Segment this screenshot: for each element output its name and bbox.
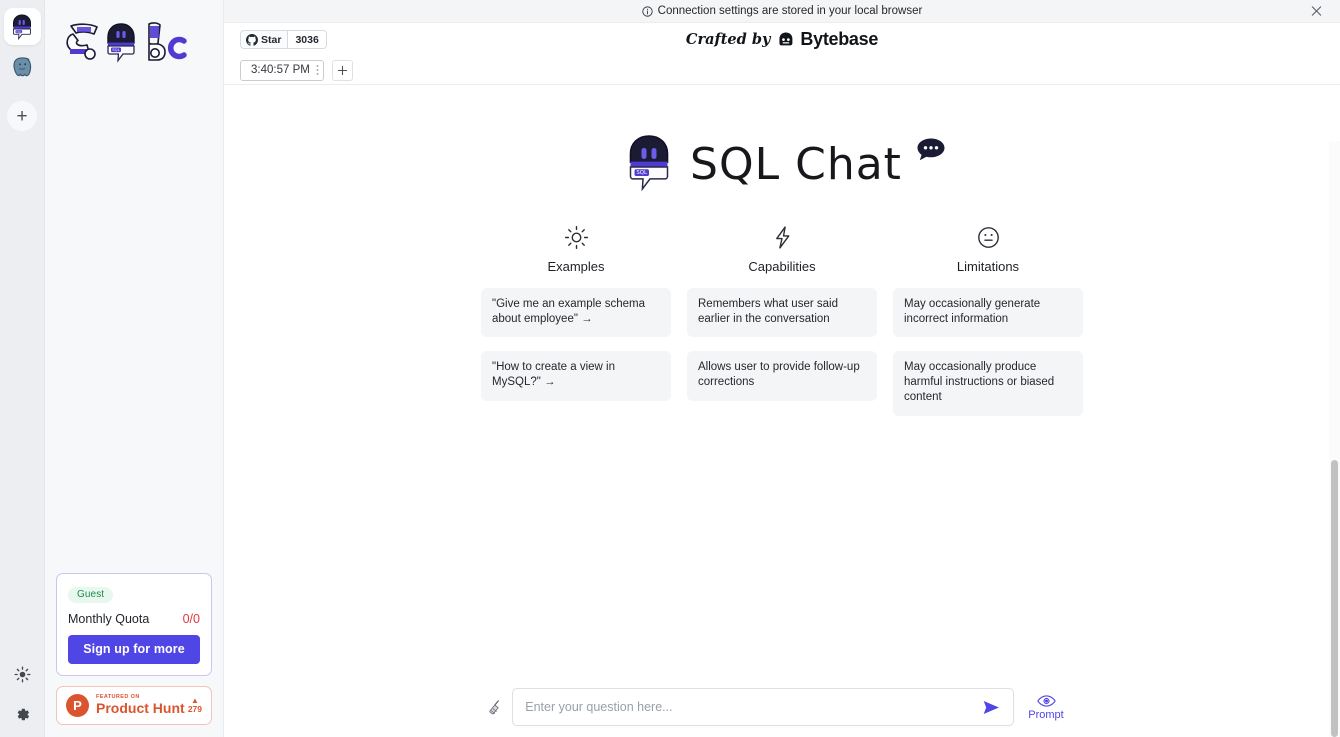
product-hunt-name: Product Hunt — [96, 700, 185, 717]
sqlchat-robot-icon: SQL — [620, 133, 678, 195]
notice-content: Connection settings are stored in your l… — [642, 5, 923, 17]
eye-icon — [1036, 694, 1056, 708]
svg-text:SQL: SQL — [636, 170, 647, 176]
capability-card-1: Allows user to provide follow-up correct… — [687, 351, 877, 401]
quota-card: Guest Monthly Quota 0/0 Sign up for more — [56, 573, 212, 676]
github-star-count: 3036 — [287, 31, 326, 48]
column-limitations: Limitations May occasionally generate in… — [893, 225, 1083, 416]
quota-row: Monthly Quota 0/0 — [68, 612, 200, 626]
close-icon[interactable] — [1311, 6, 1322, 17]
tab-label: 3:40:57 PM — [251, 64, 310, 76]
product-hunt-upvote-count: 279 — [187, 703, 202, 714]
prompt-settings-button[interactable]: Prompt — [1028, 694, 1064, 721]
product-hunt-badge[interactable]: P FEATURED ON Product Hunt ▲ 279 — [56, 686, 212, 725]
sidebar-logo: SQL — [45, 0, 223, 78]
page-title: SQL Chat — [690, 138, 902, 190]
add-tab-button[interactable] — [331, 59, 353, 81]
capability-card-0: Remembers what user said earlier in the … — [687, 288, 877, 338]
quota-label: Monthly Quota — [68, 612, 150, 626]
product-hunt-upvotes: ▲ 279 — [187, 696, 202, 714]
prompt-input-box[interactable] — [512, 688, 1015, 726]
sqlchat-wordmark-icon: SQL — [59, 18, 209, 63]
column-capabilities: Capabilities Remembers what user said ea… — [687, 225, 877, 416]
prompt-input[interactable] — [525, 700, 977, 714]
plus-icon: + — [16, 105, 28, 127]
info-columns: Examples "Give me an example schema abou… — [224, 225, 1340, 416]
product-hunt-icon: P — [66, 694, 89, 717]
conversation-list — [45, 78, 223, 573]
sun-icon — [14, 666, 31, 683]
app-root: SQL + SQL Guest Monthly Quota 0/0 Sign u… — [0, 0, 1340, 737]
crafted-by-label: Crafted by — [685, 31, 771, 48]
main-panel: Connection settings are stored in your l… — [224, 0, 1340, 737]
chat-bubble-icon — [916, 137, 946, 163]
github-star-left: Star — [241, 31, 287, 48]
column-title: Limitations — [956, 259, 1020, 274]
content-area: SQL SQL Chat Examples "Give me an exampl… — [224, 85, 1340, 737]
header-bar: Star 3036 Crafted by Bytebase — [224, 23, 1340, 56]
add-connection-button[interactable]: + — [7, 101, 37, 131]
hero-logo-row: SQL SQL Chat — [224, 133, 1340, 195]
send-icon — [982, 698, 1001, 717]
prompt-input-area: Prompt — [224, 677, 1340, 737]
crafted-by: Crafted by Bytebase — [686, 29, 878, 50]
lightning-bolt-icon — [770, 225, 795, 250]
quota-value: 0/0 — [182, 612, 200, 626]
content-scrollbar-track[interactable] — [1329, 141, 1340, 737]
svg-text:SQL: SQL — [16, 29, 22, 33]
notice-bar: Connection settings are stored in your l… — [224, 0, 1340, 23]
content-scrollbar-thumb[interactable] — [1331, 460, 1338, 737]
status-badge-guest: Guest — [68, 587, 114, 603]
rail-connection-postgres[interactable] — [4, 49, 41, 86]
bytebase-logo-icon — [776, 31, 794, 49]
column-header-limitations: Limitations — [893, 225, 1083, 274]
column-header-capabilities: Capabilities — [687, 225, 877, 274]
column-title: Capabilities — [748, 259, 816, 274]
example-card-0[interactable]: "Give me an example schema about employe… — [481, 288, 671, 338]
rail-connection-sqlchat[interactable]: SQL — [3, 8, 41, 45]
brand-name: Bytebase — [800, 29, 879, 49]
limitation-card-1: May occasionally produce harmful instruc… — [893, 351, 1083, 416]
sign-up-button[interactable]: Sign up for more — [68, 635, 200, 664]
svg-text:SQL: SQL — [112, 47, 120, 52]
github-icon — [246, 33, 258, 46]
info-circle-icon — [642, 5, 653, 17]
plus-icon — [337, 65, 348, 76]
prompt-label: Prompt — [1028, 708, 1064, 721]
github-star-label: Star — [261, 33, 282, 46]
broom-icon[interactable] — [484, 696, 506, 718]
tab-conversation-0[interactable]: 3:40:57 PM — [240, 59, 324, 81]
send-button[interactable] — [976, 696, 1003, 719]
hero-section: SQL SQL Chat — [224, 85, 1340, 195]
sun-icon — [564, 225, 589, 250]
conversation-sidebar: SQL Guest Monthly Quota 0/0 Sign up for … — [45, 0, 224, 737]
sidebar-footer: Guest Monthly Quota 0/0 Sign up for more… — [45, 573, 223, 737]
notice-text: Connection settings are stored in your l… — [657, 5, 923, 17]
settings-button[interactable] — [5, 697, 39, 731]
column-examples: Examples "Give me an example schema abou… — [481, 225, 671, 416]
sqlchat-robot-icon: SQL — [9, 13, 35, 41]
connection-rail: SQL + — [0, 0, 45, 737]
neutral-face-icon — [976, 225, 1001, 250]
column-title: Examples — [547, 259, 605, 274]
column-header-examples: Examples — [481, 225, 671, 274]
example-card-1[interactable]: "How to create a view in MySQL?" → — [481, 351, 671, 401]
postgresql-elephant-icon — [10, 55, 35, 80]
github-star-button[interactable]: Star 3036 — [240, 30, 327, 49]
tab-bar: 3:40:57 PM — [224, 56, 1340, 85]
kebab-menu-icon[interactable] — [316, 64, 319, 76]
theme-toggle-button[interactable] — [5, 657, 39, 691]
limitation-card-0: May occasionally generate incorrect info… — [893, 288, 1083, 338]
gear-icon — [14, 706, 31, 723]
product-hunt-text: FEATURED ON Product Hunt — [96, 694, 188, 717]
